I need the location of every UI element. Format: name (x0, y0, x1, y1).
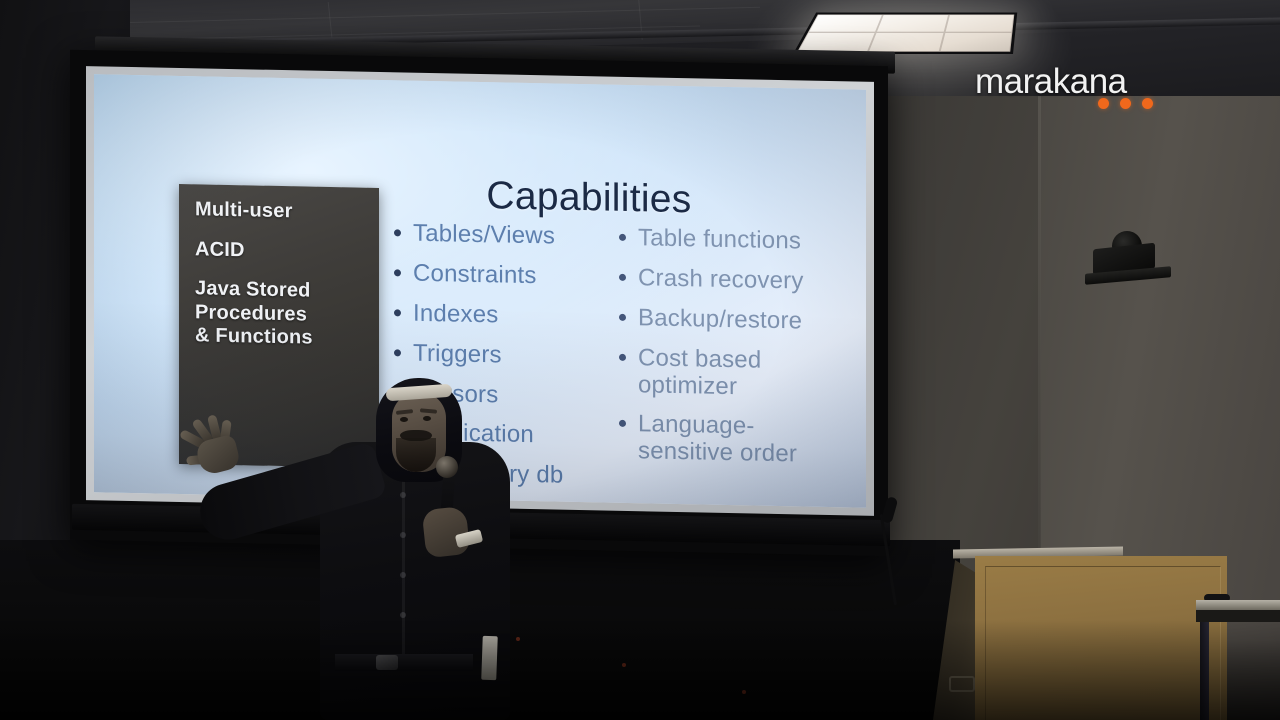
bullet-item: Constraints (394, 260, 614, 291)
bullet-dot-icon (394, 229, 401, 237)
lens-speck (622, 663, 626, 667)
presenter-moustache (400, 430, 432, 441)
shirt-button-icon (400, 572, 406, 578)
bullet-item: Table functions (619, 224, 844, 256)
callout-line: Procedures (195, 301, 308, 326)
podium-front-panel (975, 556, 1227, 720)
shirt-button-icon (400, 492, 406, 498)
lens-speck (516, 637, 520, 641)
podium (933, 546, 1227, 720)
callout-line: & Functions (195, 324, 313, 350)
bullet-dot-icon (619, 420, 626, 428)
bullet-label: Crash recovery (638, 264, 804, 295)
wall-camera-icon (1085, 225, 1171, 285)
bullet-item: Crash recovery (619, 264, 844, 296)
bullet-dot-icon (619, 233, 626, 241)
bullet-item: Triggers (394, 339, 614, 371)
shirt-button-icon (400, 532, 406, 538)
mic-grille-icon (436, 456, 458, 478)
bullet-dot-icon (619, 353, 626, 361)
bullet-label: Cost based optimizer (638, 343, 762, 400)
podium-handle-icon (949, 676, 975, 692)
bullet-label: Indexes (413, 299, 499, 329)
bullet-label: Table functions (638, 224, 802, 255)
eye (400, 417, 408, 422)
presenter-belt (335, 654, 473, 671)
bullet-dot-icon (619, 273, 626, 281)
bullet-dot-icon (394, 348, 401, 357)
table-apron (1196, 610, 1280, 622)
bullet-item: Tables/Views (394, 220, 614, 251)
slide-right-column: Table functions Crash recovery Backup/re… (619, 224, 844, 483)
bullet-label: Triggers (413, 339, 502, 369)
logo-dot-icon (1120, 98, 1131, 109)
bullet-item: Language-sensitive order (619, 411, 844, 469)
presenter-right-hand (421, 505, 471, 559)
bullet-dot-icon (394, 269, 401, 277)
callout-line: ACID (195, 237, 245, 261)
table-surface (1196, 600, 1280, 610)
gooseneck-microphone-icon (879, 495, 920, 606)
video-frame: marakana Capabilities Tables/Views Const… (0, 0, 1280, 720)
logo-dot-icon (1098, 98, 1109, 109)
presenter-open-hand (178, 414, 248, 477)
callout-line: Multi-user (195, 198, 293, 223)
bullet-label: Language-sensitive order (638, 410, 798, 468)
shirt-button-icon (400, 612, 406, 618)
podium-inset-trim (985, 566, 1221, 720)
side-table (1196, 594, 1280, 720)
light-panel (797, 14, 1015, 52)
belt-buckle-icon (376, 655, 398, 670)
bullet-dot-icon (394, 309, 401, 317)
mic-rod (879, 513, 897, 606)
table-leg (1200, 622, 1209, 720)
bullet-label: Tables/Views (413, 219, 556, 250)
bullet-label: Backup/restore (638, 303, 803, 335)
eye (423, 416, 431, 421)
mic-capsule-icon (880, 495, 899, 525)
bullet-item: Cost based optimizer (619, 344, 844, 402)
bullet-item: Indexes (394, 299, 614, 331)
callout-line: Java Stored (195, 277, 311, 302)
logo-wordmark: marakana (975, 62, 1127, 101)
logo-dots (1098, 98, 1153, 109)
bullet-item: Backup/restore (619, 303, 844, 336)
lens-speck (742, 690, 746, 694)
bullet-dot-icon (619, 313, 626, 321)
bullet-label: Constraints (413, 259, 537, 290)
slide-title: Capabilities (486, 174, 692, 222)
lanyard-badge (481, 635, 498, 681)
logo-dot-icon (1142, 98, 1153, 109)
presenter (178, 372, 600, 720)
marakana-logo: marakana (975, 64, 1165, 116)
ceiling-light-icon (793, 12, 1018, 55)
